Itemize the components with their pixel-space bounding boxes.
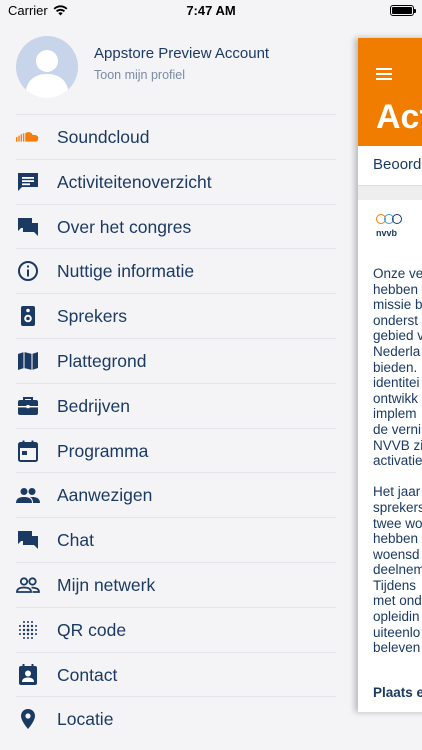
menu-item-chat[interactable]: Chat <box>16 517 336 562</box>
map-icon <box>16 350 40 372</box>
menu-label: Over het congres <box>57 216 192 237</box>
main-content-behind-drawer[interactable]: Act Beoord nvvb Onze ve hebben missie b … <box>358 38 422 712</box>
clock: 7:47 AM <box>186 3 236 18</box>
battery-icon <box>390 5 416 16</box>
chat-icon <box>16 529 40 551</box>
info-icon <box>16 260 40 282</box>
calendar-icon <box>16 440 40 462</box>
header-bar: Act <box>358 38 422 146</box>
menu-label: Plattegrond <box>57 350 147 371</box>
menu-item-bedrijven[interactable]: Bedrijven <box>16 382 336 428</box>
divider <box>358 186 422 200</box>
menu-item-over-het-congres[interactable]: Over het congres <box>16 203 336 249</box>
speaker-icon <box>16 305 40 327</box>
article-text: Onze ve hebben missie b onderst gebied v… <box>373 266 422 656</box>
network-icon <box>16 574 40 596</box>
footer-link[interactable]: Plaats e <box>373 685 422 700</box>
menu-label: Programma <box>57 440 149 461</box>
menu-item-sprekers[interactable]: Sprekers <box>16 293 336 338</box>
menu-label: Nuttige informatie <box>57 261 195 282</box>
menu-label: Aanwezigen <box>57 485 153 506</box>
qr-icon <box>16 619 40 641</box>
profile-name: Appstore Preview Account <box>94 45 270 62</box>
menu-item-qr-code[interactable]: QR code <box>16 606 336 652</box>
menu-label: Activiteitenoverzicht <box>57 171 212 192</box>
avatar[interactable] <box>16 36 78 98</box>
tab-beoordeling[interactable]: Beoord <box>358 146 422 186</box>
list-icon <box>16 171 40 193</box>
menu-item-mijn-netwerk[interactable]: Mijn netwerk <box>16 561 336 607</box>
drawer-menu: Soundcloud Activiteitenoverzicht Over he… <box>0 114 358 741</box>
menu-item-programma[interactable]: Programma <box>16 427 336 473</box>
user-silhouette-icon <box>25 50 69 98</box>
menu-label: Mijn netwerk <box>57 574 156 595</box>
soundcloud-icon <box>16 126 40 148</box>
menu-label: Soundcloud <box>57 127 150 147</box>
menu-label: Bedrijven <box>57 395 130 416</box>
menu-item-nuttige-informatie[interactable]: Nuttige informatie <box>16 248 336 293</box>
menu-label: QR code <box>57 619 127 640</box>
menu-label: Sprekers <box>57 306 128 327</box>
menu-item-plattegrond[interactable]: Plattegrond <box>16 337 336 383</box>
location-icon <box>16 708 40 730</box>
menu-item-aanwezigen[interactable]: Aanwezigen <box>16 472 336 517</box>
page-title: Act <box>376 98 422 136</box>
chat-bubble-icon <box>16 216 40 238</box>
menu-label: Chat <box>57 530 94 551</box>
menu-label: Locatie <box>57 709 114 730</box>
menu-item-contact[interactable]: Contact <box>16 651 336 697</box>
hamburger-menu-icon[interactable] <box>376 68 392 83</box>
briefcase-icon <box>16 395 40 417</box>
nvvb-logo: nvvb <box>376 214 410 244</box>
menu-item-locatie[interactable]: Locatie <box>16 696 336 741</box>
status-bar: Carrier 7:47 AM <box>0 0 422 22</box>
navigation-drawer: Appstore Preview Account Toon mijn profi… <box>0 22 358 750</box>
menu-item-activiteitenoverzicht[interactable]: Activiteitenoverzicht <box>16 158 336 204</box>
view-profile-link[interactable]: Toon mijn profiel <box>94 68 185 82</box>
people-icon <box>16 484 40 506</box>
menu-label: Contact <box>57 664 118 685</box>
profile-header[interactable]: Appstore Preview Account Toon mijn profi… <box>0 22 358 114</box>
menu-item-soundcloud[interactable]: Soundcloud <box>16 114 336 159</box>
contact-icon <box>16 663 40 686</box>
